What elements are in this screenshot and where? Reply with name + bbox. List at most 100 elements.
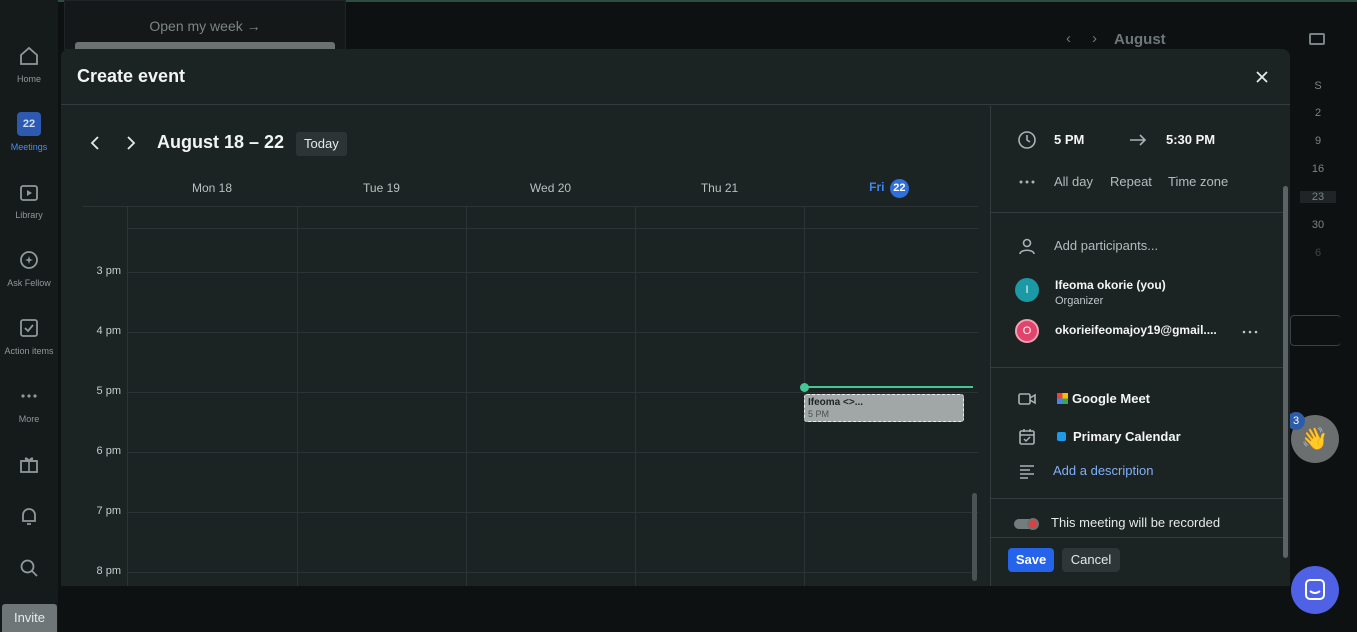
grid-col: [635, 206, 636, 586]
save-button[interactable]: Save: [1008, 548, 1054, 572]
rail-action-items[interactable]: Action items: [0, 316, 58, 356]
add-participants-input[interactable]: Add participants...: [1054, 238, 1158, 253]
left-rail: Home 22 Meetings Library Ask Fellow Acti…: [0, 0, 58, 632]
day-header-today: Fri 22: [804, 179, 974, 198]
mini-cal-date: 2: [1314, 107, 1322, 119]
repeat-option[interactable]: Repeat: [1110, 174, 1152, 189]
rail-label: Action items: [4, 346, 54, 356]
event-time: 5 PM: [808, 409, 830, 419]
organizer-name: Ifeoma okorie (you): [1055, 278, 1166, 292]
panel-toggle-icon[interactable]: [1309, 33, 1325, 45]
rail-more[interactable]: More: [0, 384, 58, 424]
grid-line: [127, 512, 978, 513]
rail-library[interactable]: Library: [0, 180, 58, 220]
description-icon: [1020, 465, 1034, 479]
home-icon: [20, 46, 38, 65]
chat-button[interactable]: [1291, 566, 1339, 614]
today-day-label: Fri: [869, 180, 885, 194]
grid-line: [127, 272, 978, 273]
rail-home[interactable]: Home: [0, 44, 58, 84]
today-button[interactable]: Today: [296, 132, 347, 156]
calendar-select[interactable]: Primary Calendar: [1057, 429, 1181, 444]
guest-email: okorieifeomajoy19@gmail....: [1055, 323, 1217, 337]
bg-next-icon: ›: [1092, 30, 1097, 47]
rail-gift[interactable]: [0, 452, 58, 482]
guest-avatar: O: [1015, 319, 1039, 343]
conferencing-option[interactable]: Google Meet: [1057, 391, 1150, 406]
person-icon: [1019, 238, 1035, 255]
rail-label: More: [18, 414, 40, 424]
google-meet-icon: [1057, 393, 1068, 404]
mini-cal-date: 16: [1311, 163, 1325, 175]
grid-line: [83, 206, 978, 207]
calendar-icon: 22: [17, 112, 41, 136]
next-week-icon[interactable]: [120, 132, 142, 154]
panel-scrollbar[interactable]: [1283, 186, 1288, 558]
calendar-color-swatch: [1057, 432, 1066, 441]
arrow-right-icon: [1130, 134, 1147, 146]
close-icon[interactable]: [1252, 67, 1272, 87]
modal-header: Create event: [61, 49, 1290, 105]
time-zone-option[interactable]: Time zone: [1168, 174, 1228, 189]
start-time[interactable]: 5 PM: [1054, 132, 1084, 147]
video-icon: [1018, 393, 1036, 405]
rail-ask-fellow[interactable]: Ask Fellow: [0, 248, 58, 288]
hour-label: 8 pm: [96, 565, 121, 577]
rail-notifications[interactable]: [0, 504, 58, 534]
current-time-line: [805, 386, 973, 388]
rail-search[interactable]: [0, 556, 58, 586]
prev-week-icon[interactable]: [84, 132, 106, 154]
add-description-link[interactable]: Add a description: [1053, 463, 1153, 478]
separator: [991, 498, 1284, 499]
day-header: Mon 18: [191, 181, 233, 195]
time-grid: 3 pm 4 pm 5 pm 6 pm 7 pm 8 pm Ifeoma <>.…: [83, 206, 978, 586]
modal-title: Create event: [77, 66, 186, 86]
mini-cal-date: 6: [1314, 247, 1322, 259]
organizer-avatar: I: [1015, 278, 1039, 302]
gift-icon: [20, 457, 38, 473]
week-calendar: August 18 – 22 Today Mon 18 Tue 19 Wed 2…: [61, 106, 990, 586]
grid-line: [127, 452, 978, 453]
organizer-initial: I: [1025, 284, 1029, 296]
separator: [991, 537, 1284, 538]
grid-line: [127, 392, 978, 393]
mini-cal-date: 23: [1300, 191, 1336, 203]
cancel-button[interactable]: Cancel: [1062, 548, 1120, 572]
mini-cal-date: 30: [1311, 219, 1325, 231]
day-header: Wed 20: [529, 181, 572, 195]
calendar-check-icon: [1019, 429, 1035, 445]
today-date-badge: 22: [889, 179, 909, 198]
all-day-toggle[interactable]: All day: [1054, 174, 1093, 189]
hour-label: 4 pm: [96, 325, 121, 337]
more-options-icon[interactable]: [1017, 172, 1037, 192]
sparkle-icon: [20, 251, 38, 269]
organizer-role: Organizer: [1055, 295, 1104, 307]
hour-label: 6 pm: [96, 445, 121, 457]
grid-line: [127, 572, 978, 573]
rail-label: Ask Fellow: [7, 278, 51, 288]
calendar-scrollbar[interactable]: [972, 493, 977, 581]
chat-icon: [1305, 579, 1325, 600]
hour-label: 7 pm: [96, 505, 121, 517]
bg-prev-icon: ‹: [1066, 30, 1071, 47]
draft-event[interactable]: Ifeoma <>... 5 PM: [804, 394, 964, 422]
mini-cal-header: S: [1314, 80, 1322, 92]
end-time[interactable]: 5:30 PM: [1166, 132, 1215, 147]
grid-line: [127, 332, 978, 333]
open-my-week-link[interactable]: Open my week →: [64, 18, 346, 34]
mini-cal-date: 9: [1314, 135, 1322, 147]
guest-options-icon[interactable]: [1240, 322, 1260, 342]
recording-toggle[interactable]: [1014, 518, 1039, 530]
separator: [991, 212, 1284, 213]
bell-icon: [22, 508, 36, 525]
invite-button[interactable]: Invite: [2, 604, 57, 632]
rail-meetings[interactable]: 22 Meetings: [0, 112, 58, 152]
day-header: Thu 21: [700, 181, 739, 195]
create-event-modal: Create event August 18 – 22 Today Mon 18…: [61, 49, 1290, 586]
more-icon: [21, 394, 37, 398]
search-icon: [20, 559, 38, 577]
checkbox-icon: [20, 319, 38, 337]
conferencing-label: Google Meet: [1072, 391, 1151, 406]
grid-col: [466, 206, 467, 586]
hour-label: 5 pm: [96, 385, 121, 397]
